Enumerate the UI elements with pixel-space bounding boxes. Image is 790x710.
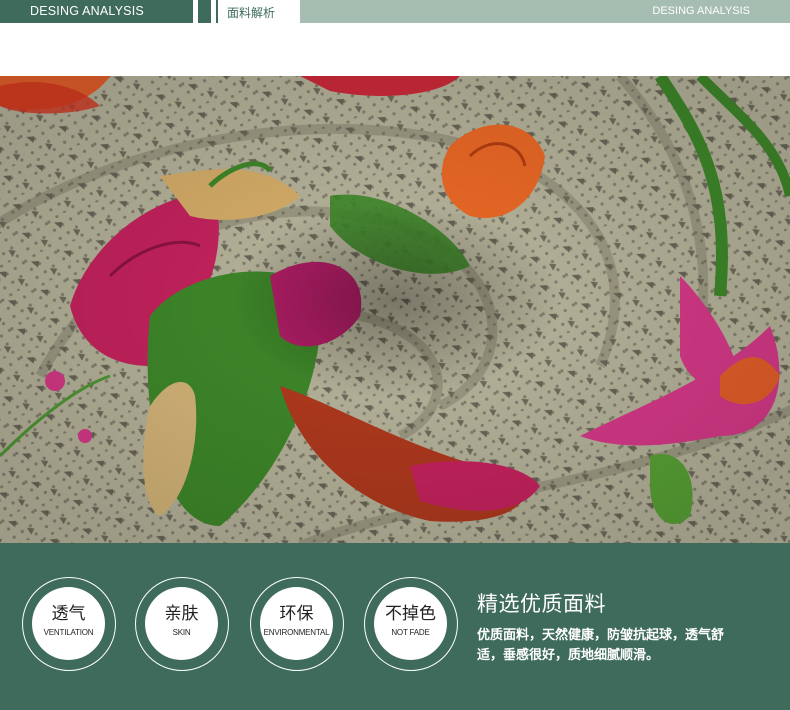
feature-panel: 透气 VENTILATION 亲肤 SKIN 环保 ENVIRONMENTAL …	[0, 543, 790, 710]
header-tab: 面料解析	[216, 0, 288, 23]
header-square-decoration	[198, 0, 211, 23]
badge-skin: 亲肤 SKIN	[135, 577, 229, 671]
badge-skin-en: SKIN	[172, 628, 191, 637]
header-tab-label: 面料解析	[227, 6, 276, 20]
badge-not-fade-en: NOT FADE	[391, 628, 430, 637]
header-left-bar: DESING ANALYSIS	[0, 0, 193, 23]
badge-not-fade-cn: 不掉色	[385, 604, 436, 624]
badge-ventilation-en: VENTILATION	[43, 628, 94, 637]
badge-not-fade: 不掉色 NOT FADE	[364, 577, 458, 671]
section-header: DESING ANALYSIS 面料解析 DESING ANALYSIS	[0, 0, 790, 23]
badge-ventilation: 透气 VENTILATION	[22, 577, 116, 671]
header-right-bar: DESING ANALYSIS	[300, 0, 790, 23]
badge-environmental-cn: 环保	[279, 604, 314, 624]
badge-environmental: 环保 ENVIRONMENTAL	[250, 577, 344, 671]
header-right-label: DESING ANALYSIS	[652, 5, 750, 17]
feature-description: 优质面料，天然健康，防皱抗起球，透气舒适，垂感很好，质地细腻顺滑。	[477, 628, 725, 663]
badge-environmental-en: ENVIRONMENTAL	[263, 628, 330, 637]
badge-skin-cn: 亲肤	[164, 604, 199, 624]
feature-title: 精选优质面料	[477, 592, 606, 616]
fabric-photo	[0, 76, 790, 543]
header-left-label: DESING ANALYSIS	[30, 4, 144, 18]
badge-ventilation-cn: 透气	[51, 604, 86, 624]
